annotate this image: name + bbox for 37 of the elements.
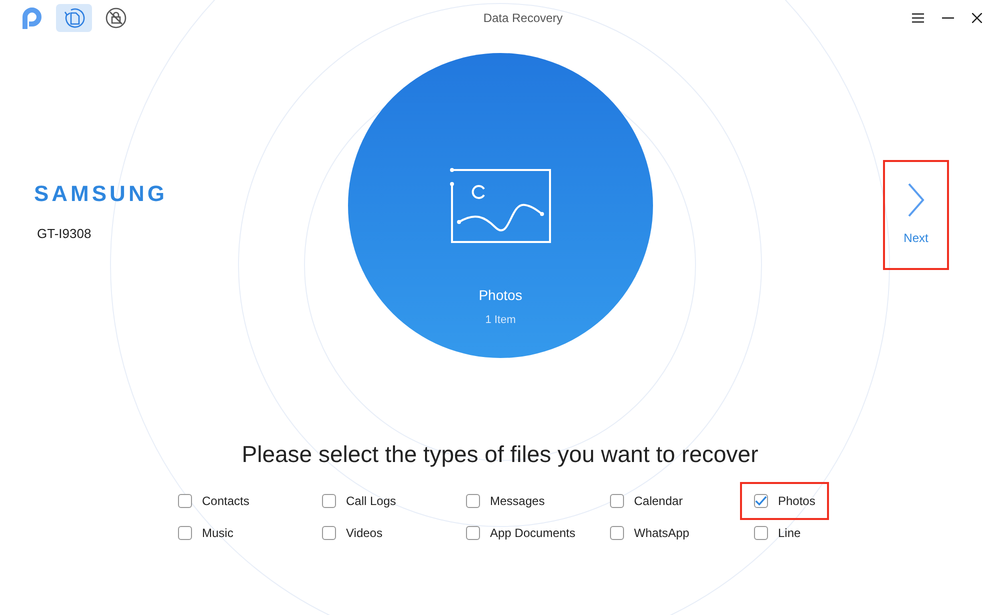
photo-icon [450,166,552,242]
file-type-checkbox[interactable]: WhatsApp [596,522,704,544]
checkbox[interactable] [610,494,624,508]
lock-icon [105,6,127,28]
logo-icon [21,6,43,30]
checkbox[interactable] [322,526,336,540]
menu-icon[interactable] [912,12,924,22]
chevron-right-icon [907,183,925,217]
file-type-checkbox[interactable]: App Documents [452,522,590,544]
checkbox[interactable] [178,526,192,540]
device-model: GT-I9308 [36,224,92,243]
file-type-checkbox[interactable]: Photos [740,482,830,520]
file-type-checkbox[interactable]: Videos [308,522,396,544]
checkbox[interactable] [754,494,768,508]
checkbox[interactable] [466,494,480,508]
checkmark-icon [755,494,767,506]
file-type-checkbox[interactable]: Music [164,522,248,544]
window-title: Data Recovery [483,10,563,24]
prompt-text: Please select the types of files you want to recover [242,440,758,469]
toolbar-button[interactable] [56,4,92,32]
file-type-checkbox[interactable]: Call Logs [308,490,410,512]
file-type-checkbox[interactable]: Line [740,522,815,544]
checkbox[interactable] [178,494,192,508]
file-type-checkbox[interactable]: Messages [452,490,559,512]
close-icon[interactable] [972,12,982,22]
preview-count: 1 Item [485,312,516,328]
file-type-checkbox[interactable]: Contacts [164,490,264,512]
next-button[interactable]: Next [883,160,949,270]
file-refresh-icon [63,6,85,28]
checkbox[interactable] [610,526,624,540]
file-type-checkbox[interactable]: Calendar [596,490,697,512]
preview-title: Photos [478,286,522,304]
brand-logo-text: SAMSUNG [34,180,168,208]
checkbox[interactable] [466,526,480,540]
checkbox[interactable] [322,494,336,508]
checkbox[interactable] [754,526,768,540]
minimize-icon[interactable] [942,16,954,18]
